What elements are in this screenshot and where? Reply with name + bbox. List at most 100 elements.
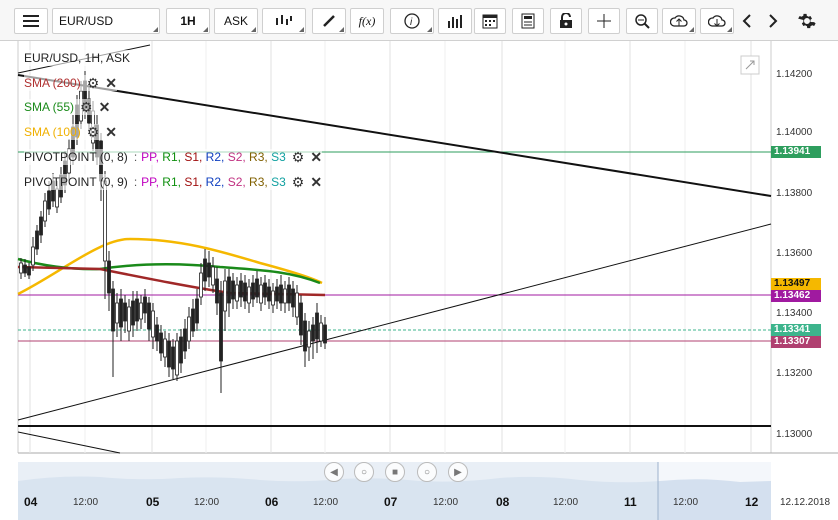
timeframe-label: 1H (180, 14, 196, 28)
candle-body (195, 298, 199, 324)
x-tick: 12 (745, 495, 759, 509)
gear-icon[interactable]: ⚙ (292, 149, 305, 166)
x-tick: 12:00 (194, 497, 220, 508)
chevron-left-icon: ◀ (330, 466, 338, 478)
zoom-in-icon: ○ (423, 466, 431, 478)
candle-body (55, 188, 59, 208)
grid-vertical (29, 41, 752, 453)
news-button[interactable] (512, 8, 544, 34)
candle-body (235, 284, 239, 302)
pivot-item-r1: R1, (162, 150, 185, 164)
close-icon[interactable]: ✕ (310, 174, 322, 191)
reset-view-button[interactable]: ■ (385, 462, 405, 482)
nav-back-button[interactable]: ◀ (324, 462, 344, 482)
y-tick: 1.14200 (776, 69, 813, 80)
zoom-button[interactable] (626, 8, 658, 34)
chart-area[interactable]: EUR/USD, 1H, ASK SMA (200) ⚙ ✕ SMA (55) … (0, 41, 838, 520)
candle-body (107, 260, 111, 294)
download-button[interactable] (700, 8, 734, 34)
lock-button[interactable] (550, 8, 582, 34)
price-tag-s1: 1.13307 (771, 336, 821, 348)
chart-toolbar: EUR/USD 1H ASK f(x) i (0, 0, 838, 41)
menu-button[interactable] (14, 8, 48, 34)
nav-forward-button[interactable]: ▶ (448, 462, 468, 482)
candle-body (271, 290, 275, 306)
legend-sma-55[interactable]: SMA (55) ⚙ ✕ (24, 99, 111, 116)
lower-trendline (17, 431, 121, 454)
candle-body (187, 316, 191, 342)
upload-button[interactable] (662, 8, 696, 34)
legend-sma-100[interactable]: SMA (100) ⚙ ✕ (24, 124, 117, 140)
close-icon[interactable]: ✕ (310, 149, 322, 166)
legend-pivot-2[interactable]: PIVOTPOINT (0, 9) : PP, R1, S1, R2, S2, … (24, 174, 323, 191)
candle-body (311, 324, 315, 342)
candle-body (231, 280, 235, 300)
legend-pivot-2-label: PIVOTPOINT (0, 9) (24, 175, 128, 189)
pivot-item-r2: R2, (205, 175, 228, 189)
legend-sma-200[interactable]: SMA (200) ⚙ ✕ (24, 75, 117, 91)
candle-body (115, 302, 119, 324)
close-icon[interactable]: ✕ (105, 124, 117, 141)
legend-pivot-1-items: PP, R1, S1, R2, S2, R3, S3 (141, 150, 286, 164)
bar-chart-icon (448, 15, 462, 28)
close-icon[interactable]: ✕ (105, 75, 117, 92)
candle-body (127, 306, 131, 332)
candle-body (19, 262, 23, 274)
candle-body (175, 340, 179, 376)
candle-body (151, 310, 155, 338)
price-chart[interactable] (0, 41, 838, 520)
candle-body (159, 332, 163, 354)
y-tick: 1.13400 (776, 308, 813, 319)
legend-pivot-1[interactable]: PIVOTPOINT (0, 8) : PP, R1, S1, R2, S2, … (24, 149, 323, 166)
pivot-item-s3: S3 (271, 150, 286, 164)
calendar-icon (482, 14, 498, 29)
symbol-selector[interactable]: EUR/USD (52, 8, 160, 34)
x-tick: 12:00 (73, 497, 99, 508)
zoom-in-button[interactable]: ○ (417, 462, 437, 482)
x-tick: 12:00 (553, 497, 579, 508)
cloud-download-icon (708, 15, 726, 27)
legend-sma-100-label: SMA (100) (24, 125, 81, 139)
gear-icon[interactable]: ⚙ (292, 174, 305, 191)
indicator-button[interactable]: f(x) (350, 8, 384, 34)
volume-button[interactable] (438, 8, 472, 34)
candle-body (171, 346, 175, 370)
calendar-button[interactable] (474, 8, 506, 34)
y-tick: 1.14000 (776, 127, 813, 138)
gear-icon[interactable]: ⚙ (80, 99, 93, 116)
timeframe-selector[interactable]: 1H (166, 8, 210, 34)
x-tick: 12:00 (313, 497, 339, 508)
candle-body (39, 216, 43, 236)
info-icon: i (404, 13, 420, 29)
candle-body (263, 282, 267, 298)
crosshair-button[interactable] (588, 8, 620, 34)
zoom-out-button[interactable]: ○ (354, 462, 374, 482)
settings-button[interactable] (794, 8, 820, 34)
info-button[interactable]: i (390, 8, 434, 34)
reset-icon: ■ (391, 466, 399, 478)
candle-body (143, 296, 147, 314)
draw-tool-button[interactable] (312, 8, 346, 34)
candle-body (119, 298, 123, 328)
chart-title: EUR/USD, 1H, ASK (24, 50, 131, 66)
candle-body (211, 266, 215, 286)
fullscreen-icon[interactable] (740, 55, 760, 75)
price-type-selector[interactable]: ASK (214, 8, 258, 34)
pivot-item-s2: S2, (227, 150, 250, 164)
chart-type-button[interactable] (262, 8, 306, 34)
ascending-trendline (17, 223, 772, 421)
x-tick: 12.12.2018 (780, 497, 831, 508)
candle-body (111, 288, 115, 332)
candle-body (303, 320, 307, 352)
candle-body (243, 282, 247, 302)
gear-icon[interactable]: ⚙ (87, 124, 100, 141)
close-icon[interactable]: ✕ (99, 99, 111, 116)
price-tag-r1: 1.13941 (771, 146, 821, 158)
scroll-left-button[interactable] (736, 8, 758, 34)
zoom-out-icon: ○ (360, 466, 368, 478)
price-tag-pp: 1.13462 (771, 290, 821, 302)
gear-icon[interactable]: ⚙ (87, 75, 100, 92)
candles (19, 71, 327, 393)
scroll-right-button[interactable] (762, 8, 784, 34)
pivot-item-s3: S3 (271, 175, 286, 189)
